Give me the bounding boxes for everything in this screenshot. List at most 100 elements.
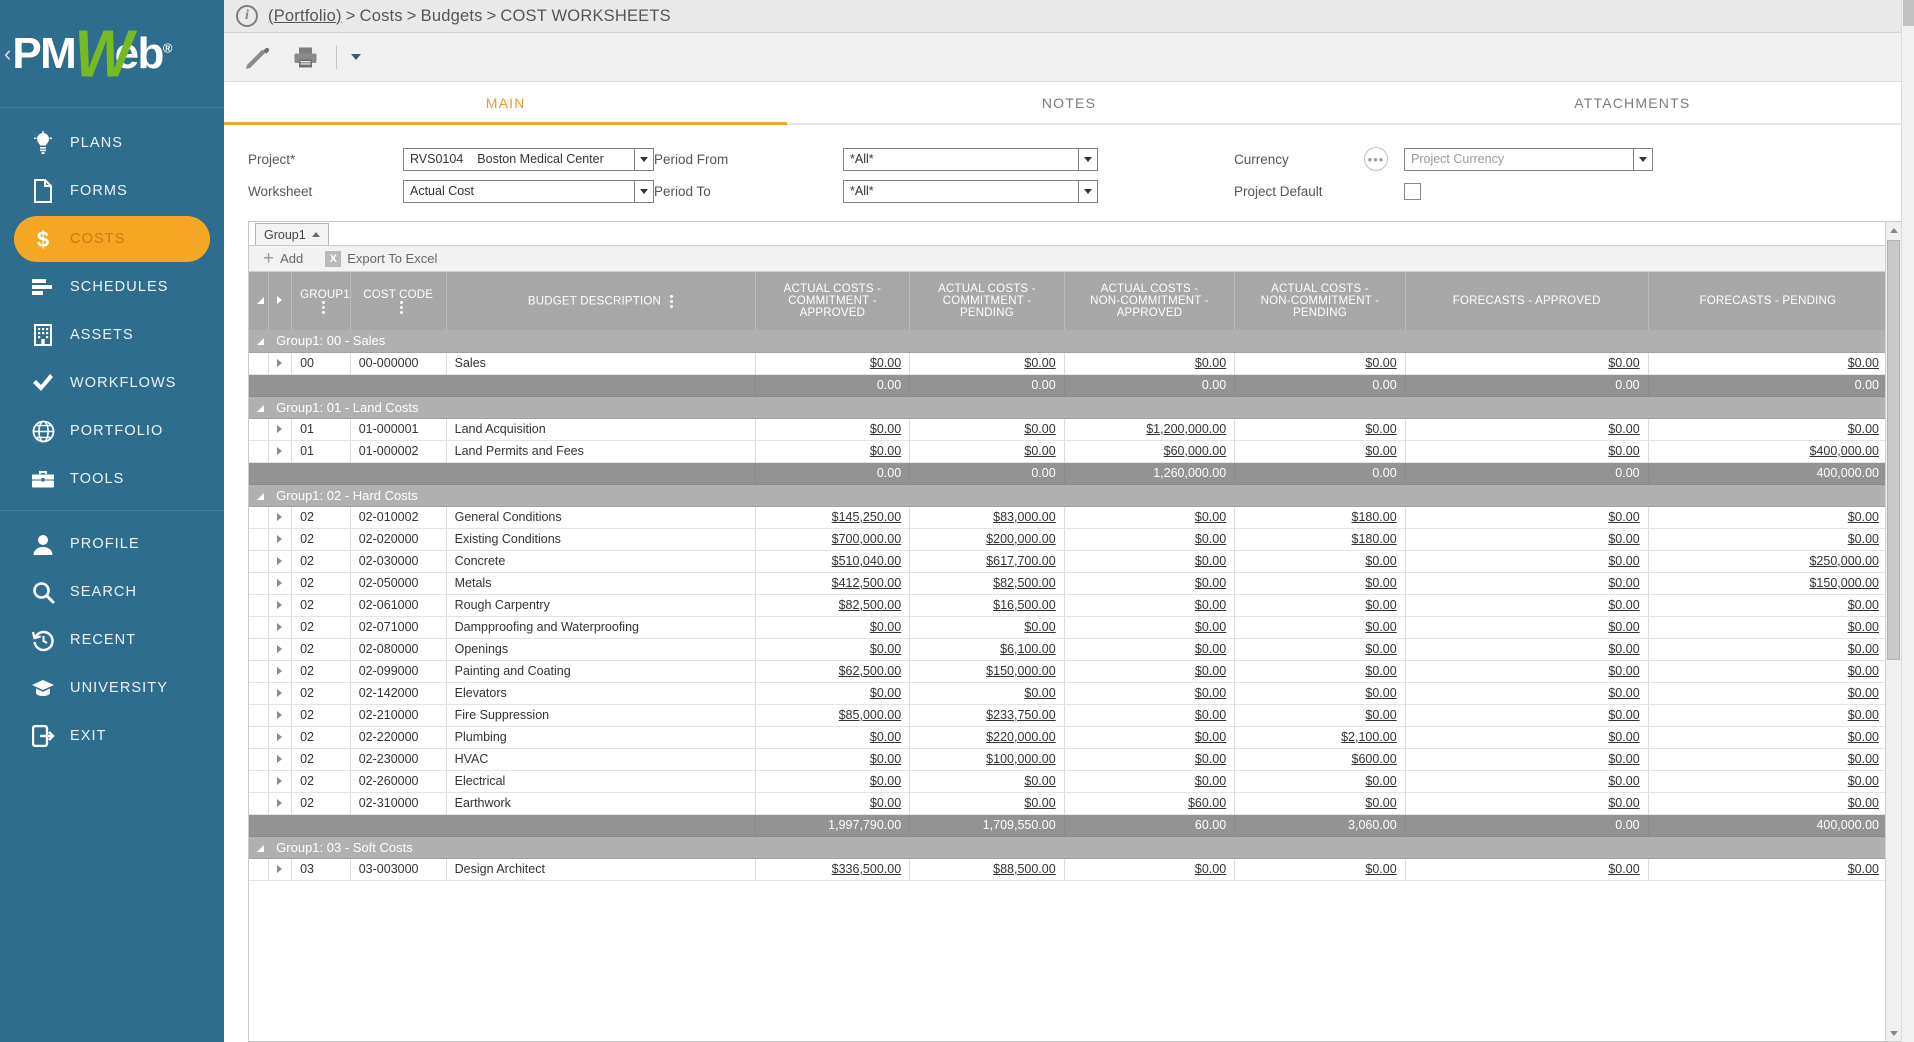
tab-attachments[interactable]: ATTACHMENTS bbox=[1351, 82, 1914, 123]
row-expand-toggle[interactable] bbox=[268, 726, 291, 748]
edit-button[interactable] bbox=[240, 40, 274, 74]
row-drag-handle[interactable] bbox=[249, 770, 268, 792]
cell-actual-commitment-pending[interactable]: $6,100.00 bbox=[910, 638, 1065, 660]
table-row[interactable]: 0202-260000Electrical$0.00$0.00$0.00$0.0… bbox=[249, 770, 1887, 792]
sidebar-item-exit[interactable]: EXIT bbox=[14, 713, 210, 759]
cell-forecasts-pending[interactable]: $0.00 bbox=[1648, 616, 1887, 638]
row-drag-handle[interactable] bbox=[249, 660, 268, 682]
add-button[interactable]: + Add bbox=[263, 249, 303, 268]
cell-value-link[interactable]: $0.00 bbox=[1195, 862, 1226, 876]
breadcrumb-budgets[interactable]: Budgets bbox=[421, 7, 483, 25]
row-drag-handle[interactable] bbox=[249, 616, 268, 638]
cell-actual-commitment-pending[interactable]: $150,000.00 bbox=[910, 660, 1065, 682]
cell-value-link[interactable]: $0.00 bbox=[1365, 664, 1396, 678]
cell-value-link[interactable]: $0.00 bbox=[1195, 664, 1226, 678]
cell-actual-noncommitment-approved[interactable]: $0.00 bbox=[1064, 506, 1235, 528]
table-row[interactable]: 0202-010002General Conditions$145,250.00… bbox=[249, 506, 1887, 528]
cell-value-link[interactable]: $0.00 bbox=[1608, 356, 1639, 370]
currency-select[interactable]: Project Currency bbox=[1404, 148, 1634, 171]
cell-actual-noncommitment-approved[interactable]: $0.00 bbox=[1064, 616, 1235, 638]
worksheet-select[interactable]: Actual Cost bbox=[403, 180, 635, 203]
grid-group-row[interactable]: Group1: 02 - Hard Costs bbox=[249, 484, 1887, 506]
cell-actual-noncommitment-pending[interactable]: $0.00 bbox=[1235, 858, 1406, 880]
cell-value-link[interactable]: $145,250.00 bbox=[832, 510, 902, 524]
cell-value-link[interactable]: $0.00 bbox=[1608, 686, 1639, 700]
row-drag-handle[interactable] bbox=[249, 418, 268, 440]
row-drag-handle[interactable] bbox=[249, 682, 268, 704]
cell-actual-noncommitment-pending[interactable]: $0.00 bbox=[1235, 792, 1406, 814]
header-group1-menu-icon[interactable] bbox=[322, 301, 325, 314]
grid-group-row[interactable]: Group1: 03 - Soft Costs bbox=[249, 836, 1887, 858]
cell-actual-commitment-approved[interactable]: $0.00 bbox=[755, 638, 910, 660]
table-row[interactable]: 0101-000002Land Permits and Fees$0.00$0.… bbox=[249, 440, 1887, 462]
cell-value-link[interactable]: $0.00 bbox=[1365, 422, 1396, 436]
cell-value-link[interactable]: $0.00 bbox=[870, 774, 901, 788]
project-default-checkbox[interactable] bbox=[1404, 183, 1421, 200]
cell-value-link[interactable]: $0.00 bbox=[1608, 422, 1639, 436]
cell-value-link[interactable]: $0.00 bbox=[1365, 862, 1396, 876]
cell-forecasts-pending[interactable]: $150,000.00 bbox=[1648, 572, 1887, 594]
cell-value-link[interactable]: $0.00 bbox=[1608, 862, 1639, 876]
cell-forecasts-pending[interactable]: $400,000.00 bbox=[1648, 440, 1887, 462]
cell-value-link[interactable]: $0.00 bbox=[1608, 664, 1639, 678]
grid-group-row[interactable]: Group1: 00 - Sales bbox=[249, 330, 1887, 352]
cell-value-link[interactable]: $150,000.00 bbox=[1809, 576, 1879, 590]
cell-forecasts-pending[interactable]: $0.00 bbox=[1648, 594, 1887, 616]
cell-actual-commitment-approved[interactable]: $0.00 bbox=[755, 352, 910, 374]
table-row[interactable]: 0202-071000Dampproofing and Waterproofin… bbox=[249, 616, 1887, 638]
cell-actual-commitment-pending[interactable]: $220,000.00 bbox=[910, 726, 1065, 748]
header-actual-costs-commitment-pending[interactable]: ACTUAL COSTS - COMMITMENT - PENDING bbox=[910, 272, 1065, 330]
header-forecasts-pending[interactable]: FORECASTS - PENDING bbox=[1648, 272, 1887, 330]
cell-actual-noncommitment-pending[interactable]: $180.00 bbox=[1235, 528, 1406, 550]
cell-value-link[interactable]: $0.00 bbox=[870, 796, 901, 810]
row-drag-handle[interactable] bbox=[249, 440, 268, 462]
cell-value-link[interactable]: $0.00 bbox=[1608, 730, 1639, 744]
table-row[interactable]: 0202-310000Earthwork$0.00$0.00$60.00$0.0… bbox=[249, 792, 1887, 814]
cell-value-link[interactable]: $233,750.00 bbox=[986, 708, 1056, 722]
scrollbar-thumb[interactable] bbox=[1887, 240, 1900, 660]
cell-forecasts-approved[interactable]: $0.00 bbox=[1405, 528, 1648, 550]
cell-actual-commitment-pending[interactable]: $88,500.00 bbox=[910, 858, 1065, 880]
cell-actual-noncommitment-pending[interactable]: $600.00 bbox=[1235, 748, 1406, 770]
cell-actual-commitment-pending[interactable]: $0.00 bbox=[910, 770, 1065, 792]
sidebar-item-forms[interactable]: FORMS bbox=[14, 168, 210, 214]
scroll-up-button[interactable] bbox=[1886, 222, 1901, 238]
header-group1[interactable]: GROUP1 bbox=[292, 272, 351, 330]
cell-value-link[interactable]: $0.00 bbox=[1848, 752, 1879, 766]
cell-actual-commitment-approved[interactable]: $0.00 bbox=[755, 792, 910, 814]
sidebar-item-plans[interactable]: PLANS bbox=[14, 120, 210, 166]
cell-forecasts-approved[interactable]: $0.00 bbox=[1405, 572, 1648, 594]
cell-value-link[interactable]: $0.00 bbox=[1848, 730, 1879, 744]
row-drag-handle[interactable] bbox=[249, 638, 268, 660]
row-expand-toggle[interactable] bbox=[268, 352, 291, 374]
header-actual-costs-non-commitment-pending[interactable]: ACTUAL COSTS - NON-COMMITMENT - PENDING bbox=[1235, 272, 1406, 330]
cell-forecasts-approved[interactable]: $0.00 bbox=[1405, 418, 1648, 440]
cell-value-link[interactable]: $0.00 bbox=[1848, 708, 1879, 722]
cell-value-link[interactable]: $0.00 bbox=[1195, 642, 1226, 656]
row-drag-handle[interactable] bbox=[249, 506, 268, 528]
cell-value-link[interactable]: $83,000.00 bbox=[993, 510, 1056, 524]
cell-value-link[interactable]: $0.00 bbox=[1195, 708, 1226, 722]
group-collapse-toggle[interactable] bbox=[249, 836, 268, 858]
cell-value-link[interactable]: $100,000.00 bbox=[986, 752, 1056, 766]
cell-forecasts-approved[interactable]: $0.00 bbox=[1405, 748, 1648, 770]
cell-actual-noncommitment-pending[interactable]: $0.00 bbox=[1235, 594, 1406, 616]
cell-actual-noncommitment-pending[interactable]: $0.00 bbox=[1235, 572, 1406, 594]
cell-value-link[interactable]: $412,500.00 bbox=[832, 576, 902, 590]
cell-value-link[interactable]: $0.00 bbox=[1195, 356, 1226, 370]
cell-value-link[interactable]: $0.00 bbox=[1195, 576, 1226, 590]
period-to-select[interactable]: *All* bbox=[843, 180, 1079, 203]
header-cost-code-menu-icon[interactable] bbox=[400, 301, 403, 314]
cell-value-link[interactable]: $0.00 bbox=[1608, 774, 1639, 788]
cell-actual-noncommitment-approved[interactable]: $0.00 bbox=[1064, 704, 1235, 726]
group-collapse-toggle[interactable] bbox=[249, 396, 268, 418]
cell-value-link[interactable]: $16,500.00 bbox=[993, 598, 1056, 612]
cell-value-link[interactable]: $1,200,000.00 bbox=[1146, 422, 1226, 436]
row-drag-handle[interactable] bbox=[249, 704, 268, 726]
header-forecasts-approved[interactable]: FORECASTS - APPROVED bbox=[1405, 272, 1648, 330]
cell-value-link[interactable]: $0.00 bbox=[870, 730, 901, 744]
cell-value-link[interactable]: $0.00 bbox=[1608, 598, 1639, 612]
cell-forecasts-approved[interactable]: $0.00 bbox=[1405, 550, 1648, 572]
cell-actual-commitment-pending[interactable]: $233,750.00 bbox=[910, 704, 1065, 726]
cell-actual-commitment-approved[interactable]: $82,500.00 bbox=[755, 594, 910, 616]
